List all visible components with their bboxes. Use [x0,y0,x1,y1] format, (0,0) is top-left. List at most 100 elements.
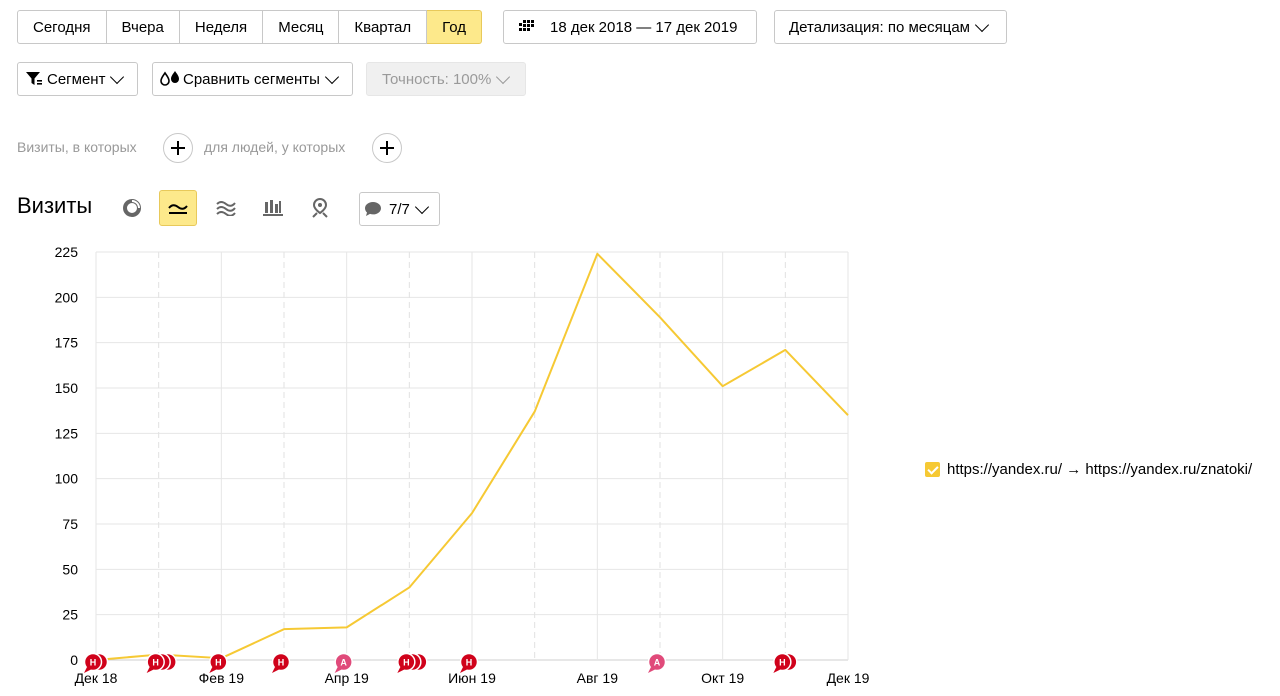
note-bubble [158,652,177,672]
y-tick-label: 50 [62,561,78,577]
note-bubble [647,652,667,672]
note-letter: Н [152,658,159,668]
note-bubble [146,652,165,672]
chart-type-line-button[interactable] [159,190,197,226]
period-selector: Сегодня Вчера Неделя Месяц Квартал Год [17,10,483,44]
pie-chart-icon [123,199,141,217]
notes-count: 7/7 [389,200,410,218]
y-tick-label: 75 [62,516,78,532]
add-people-condition-button[interactable] [372,133,402,163]
chart-notes: ННННАННАН [83,652,798,673]
note-marker: Н [209,652,228,673]
y-tick-label: 150 [55,380,79,396]
note-bubble [409,652,428,672]
accuracy-dropdown[interactable]: Точность: 100% [366,62,526,96]
date-range-picker[interactable]: 18 дек 2018 — 17 дек 2019 [503,10,757,44]
note-marker: Н [773,652,798,673]
y-tick-label: 0 [70,652,78,668]
note-letter: Н [90,658,97,668]
x-tick-label: Июн 19 [448,670,496,686]
note-bubble-tail [397,667,406,673]
period-year-button[interactable]: Год [427,10,483,44]
accuracy-label: Точность: 100% [382,70,492,88]
chevron-down-icon [414,199,429,214]
segment-label: Сегмент [47,70,106,88]
notes-toggle[interactable]: 7/7 [359,192,440,226]
compare-segments-button[interactable]: Сравнить сегменты [152,62,353,96]
note-letter: Н [278,658,285,668]
comment-icon [365,202,381,216]
chart-grid [95,251,849,661]
note-bubble-tail [334,667,343,673]
compare-label: Сравнить сегменты [183,70,320,88]
note-bubble [152,652,171,672]
chevron-down-icon [496,69,511,84]
period-month-button[interactable]: Месяц [263,10,340,44]
note-marker: Н [397,652,428,673]
stacked-area-icon [216,201,236,216]
note-marker: Н [459,652,479,673]
chart-type-map-button[interactable] [301,190,339,226]
note-bubble [83,652,103,672]
chevron-down-icon [974,17,990,32]
note-marker: А [647,652,667,673]
x-tick-label: Фев 19 [199,670,245,686]
note-marker: Н [271,652,291,673]
x-tick-label: Окт 19 [701,670,744,686]
compare-drops-icon [160,71,179,86]
note-letter: А [340,658,347,668]
note-marker: А [334,652,353,673]
note-marker: Н [83,652,109,673]
note-letter: Н [466,658,473,668]
note-bubble-tail [84,667,92,673]
period-quarter-button[interactable]: Квартал [339,10,428,44]
visits-line-chart: 0 25 50 75 100 125 150 175 200 225 Дек 18 Фев 19 Ап… [55,244,870,686]
note-bubble [397,652,416,672]
note-bubble-tail [209,667,218,673]
chart-type-area-button[interactable] [207,190,245,226]
period-today-button[interactable]: Сегодня [17,10,107,44]
note-bubble [271,652,291,672]
chart-series [95,252,849,661]
x-tick-label: Дек 19 [827,670,870,686]
line-chart-icon [168,204,188,214]
note-bubble [459,652,479,672]
date-range-text: 18 дек 2018 — 17 дек 2019 [550,18,738,36]
chevron-down-icon [324,69,339,84]
x-tick-label: Апр 19 [325,670,369,686]
y-tick-label: 175 [55,335,79,351]
chart-type-bar-button[interactable] [254,190,292,226]
note-letter: Н [403,658,410,668]
note-bubble-tail [146,667,155,673]
visits-condition-label: Визиты, в которых [17,139,137,155]
x-tick-label: Дек 18 [75,670,118,686]
legend-checkbox[interactable] [925,462,940,477]
note-bubble-tail [773,667,782,673]
y-tick-label: 200 [55,289,79,305]
note-letter: А [654,658,661,668]
detail-dropdown[interactable]: Детализация: по месяцам [774,10,1007,44]
segment-button[interactable]: Сегмент [17,62,138,96]
y-tick-label: 25 [62,607,78,623]
period-yesterday-button[interactable]: Вчера [106,10,180,44]
note-bubble [773,652,792,672]
note-bubble-tail [460,667,468,673]
note-bubble [403,652,422,672]
chart-legend[interactable]: https://yandex.ru/ → https://yandex.ru/z… [925,461,1252,478]
x-axis-labels: Дек 18 Фев 19 Апр 19 Июн 19 Авг 19 Окт 19 Дек … [75,670,870,686]
y-tick-label: 225 [55,244,79,260]
note-letter: Н [215,658,222,668]
note-marker: Н [146,652,177,673]
add-visit-condition-button[interactable] [163,133,193,163]
note-bubble-tail [648,667,656,673]
note-bubble [209,652,228,672]
bar-chart-icon [263,200,283,216]
report-title: Визиты [17,193,93,218]
period-week-button[interactable]: Неделя [179,10,264,44]
x-tick-label: Авг 19 [577,670,619,686]
map-pin-icon [312,198,328,218]
series-line [95,252,849,661]
note-bubble-tail [272,667,280,673]
chart-type-pie-button[interactable] [113,190,151,226]
y-axis-labels: 0 25 50 75 100 125 150 175 200 225 [55,244,79,668]
